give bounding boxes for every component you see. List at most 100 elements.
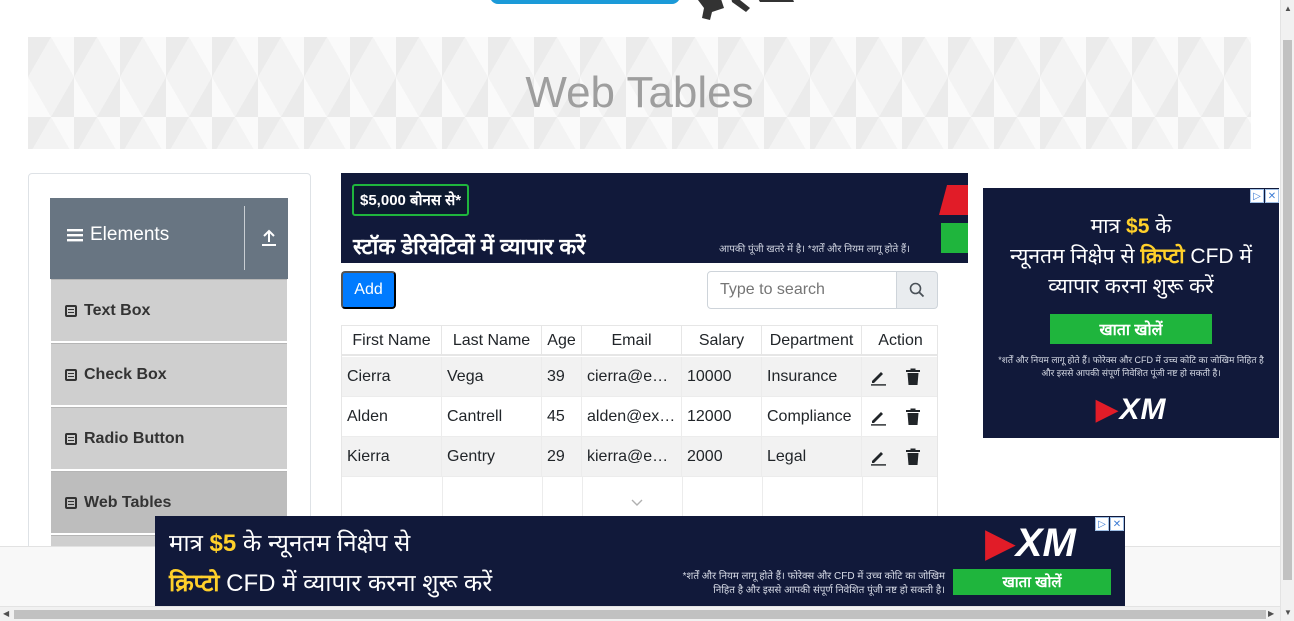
list-icon — [65, 496, 77, 509]
ad-text: मात्र — [169, 530, 203, 557]
cell-age: 39 — [542, 357, 582, 397]
ad-highlight: क्रिप्टो — [169, 570, 220, 597]
cell-age: 29 — [542, 437, 582, 477]
trash-icon[interactable] — [905, 448, 921, 466]
search-button[interactable] — [897, 271, 938, 309]
search-box — [707, 271, 938, 309]
scroll-right-icon[interactable]: ▶ — [1268, 609, 1274, 618]
cell-last-name: Cantrell — [442, 397, 542, 437]
column-header-department[interactable]: Department — [762, 326, 862, 355]
pencil-icon[interactable] — [869, 448, 887, 466]
cell-action — [862, 357, 937, 397]
column-header-first-name[interactable]: First Name — [342, 326, 442, 355]
table-row: Cierra Vega 39 cierra@e… 10000 Insurance — [342, 357, 937, 397]
cell-salary: 12000 — [682, 397, 762, 437]
ad-amount: $5 — [209, 530, 237, 557]
ad-text: CFD में — [1190, 245, 1252, 268]
ad-text: CFD में व्यापार करना शुरू करें — [226, 570, 493, 597]
cell-salary: 10000 — [682, 357, 762, 397]
column-header-age[interactable]: Age — [542, 326, 582, 355]
ad-info-icon[interactable]: ▷ — [1095, 517, 1109, 531]
cell-department: Insurance — [762, 357, 862, 397]
cell-last-name: Vega — [442, 357, 542, 397]
sidebar-item-text-box[interactable]: Text Box — [51, 279, 287, 341]
ad-close-icon[interactable]: ✕ — [1110, 517, 1124, 531]
sidebar-item-radio-button[interactable]: Radio Button — [51, 407, 287, 469]
ad-disclaimer: आपकी पूंजी खतरे में है। *शर्तें और नियम … — [719, 244, 911, 255]
ad-brand-text: XM — [1119, 393, 1167, 426]
logo-bar — [490, 0, 680, 4]
cell-action — [862, 397, 937, 437]
scroll-up-icon[interactable]: ▲ — [1284, 4, 1292, 13]
sidebar-group-elements[interactable]: Elements — [50, 198, 288, 279]
ad-headline: स्टॉक डेरिवेटिवों में व्यापार करें — [353, 234, 586, 259]
ad-banner-bottom[interactable]: मात्र $5 के न्यूनतम निक्षेप से क्रिप्टो … — [155, 516, 1125, 606]
ad-brand-mark-icon — [938, 185, 968, 215]
ad-cta-fragment[interactable] — [941, 223, 968, 253]
ad-brand-mark-icon: ▶ — [1095, 393, 1120, 426]
ad-bonus-badge: $5,000 बोनस से* — [352, 184, 470, 216]
cell-age: 45 — [542, 397, 582, 437]
ad-brand-text: XM — [1015, 521, 1076, 565]
action-icons — [867, 408, 921, 426]
cell-last-name: Gentry — [442, 437, 542, 477]
trash-icon[interactable] — [905, 368, 921, 386]
ad-text: न्यूनतम निक्षेप से — [1010, 245, 1135, 268]
list-icon — [65, 368, 77, 381]
ad-banner-right[interactable]: मात्र $5 के न्यूनतम निक्षेप से क्रिप्टो … — [983, 188, 1279, 438]
table-row: Alden Cantrell 45 alden@ex… 12000 Compli… — [342, 397, 937, 437]
ad-text: मात्र — [1090, 215, 1121, 238]
pencil-icon[interactable] — [869, 368, 887, 386]
ad-cta-button[interactable]: खाता खोलें — [1050, 314, 1212, 344]
horizontal-scroll-thumb[interactable] — [14, 610, 1266, 619]
ad-text: के न्यूनतम निक्षेप से — [242, 530, 411, 557]
ad-fine-print: *शर्तें और नियम लागू होते हैं। फोरेक्स औ… — [682, 571, 945, 596]
ad-text: के — [1155, 215, 1172, 238]
scroll-down-icon[interactable]: ▼ — [1284, 608, 1292, 617]
ad-fine-print: *शर्तें और नियम लागू होते हैं। फोरेक्स औ… — [998, 355, 1264, 378]
web-table: First Name Last Name Age Email Salary De… — [341, 325, 938, 525]
vertical-scrollbar[interactable]: ▲ ▼ — [1280, 0, 1294, 621]
trash-icon[interactable] — [905, 408, 921, 426]
pencil-icon[interactable] — [869, 408, 887, 426]
column-header-action: Action — [878, 331, 923, 349]
ad-line-2: क्रिप्टो CFD में व्यापार करना शुरू करें — [169, 566, 492, 599]
site-logo[interactable] — [490, 0, 810, 28]
ad-cta-button[interactable]: खाता खोलें — [953, 569, 1111, 595]
cell-salary: 2000 — [682, 437, 762, 477]
ad-banner-top[interactable]: $5,000 बोनस से* स्टॉक डेरिवेटिवों में व्… — [341, 173, 968, 263]
chevron-down-icon — [631, 499, 643, 506]
horizontal-scrollbar[interactable]: ◀ ▶ — [0, 606, 1280, 621]
column-header-email[interactable]: Email — [582, 326, 682, 355]
column-header-salary[interactable]: Salary — [682, 326, 762, 355]
sidebar-group-title: Elements — [66, 224, 169, 246]
cell-action — [862, 437, 937, 477]
ad-line-2: न्यूनतम निक्षेप से क्रिप्टो CFD में — [983, 242, 1279, 270]
upload-arrow-icon[interactable] — [260, 228, 278, 248]
add-record-button[interactable]: Add — [341, 271, 396, 309]
cell-first-name: Kierra — [342, 437, 442, 477]
ad-line-1: मात्र $5 के न्यूनतम निक्षेप से — [169, 526, 410, 559]
scroll-left-icon[interactable]: ◀ — [3, 609, 9, 618]
action-icons — [867, 448, 921, 466]
cell-first-name: Alden — [342, 397, 442, 437]
ad-brand-mark-icon: ▶ — [985, 521, 1016, 565]
hamburger-icon — [67, 229, 83, 242]
ad-close-icon[interactable]: ✕ — [1265, 189, 1279, 203]
ad-info-icon[interactable]: ▷ — [1250, 189, 1264, 203]
sidebar-item-label: Check Box — [84, 365, 167, 383]
vertical-scroll-thumb[interactable] — [1283, 40, 1292, 580]
search-input[interactable] — [707, 271, 897, 309]
sidebar-item-check-box[interactable]: Check Box — [51, 343, 287, 405]
cell-email: alden@ex… — [582, 397, 682, 437]
action-icons — [867, 368, 921, 386]
column-header-last-name[interactable]: Last Name — [442, 326, 542, 355]
ad-brand-logo: ▶XM — [983, 392, 1279, 427]
table-header-row: First Name Last Name Age Email Salary De… — [342, 326, 937, 356]
sidebar-item-label: Radio Button — [84, 429, 185, 447]
cell-first-name: Cierra — [342, 357, 442, 397]
list-icon — [65, 304, 77, 317]
ad-line-1: मात्र $5 के — [983, 212, 1279, 240]
sidebar-group-label: Elements — [90, 224, 170, 245]
page: Web Tables Elements Text Box Check Box R… — [0, 0, 1294, 621]
